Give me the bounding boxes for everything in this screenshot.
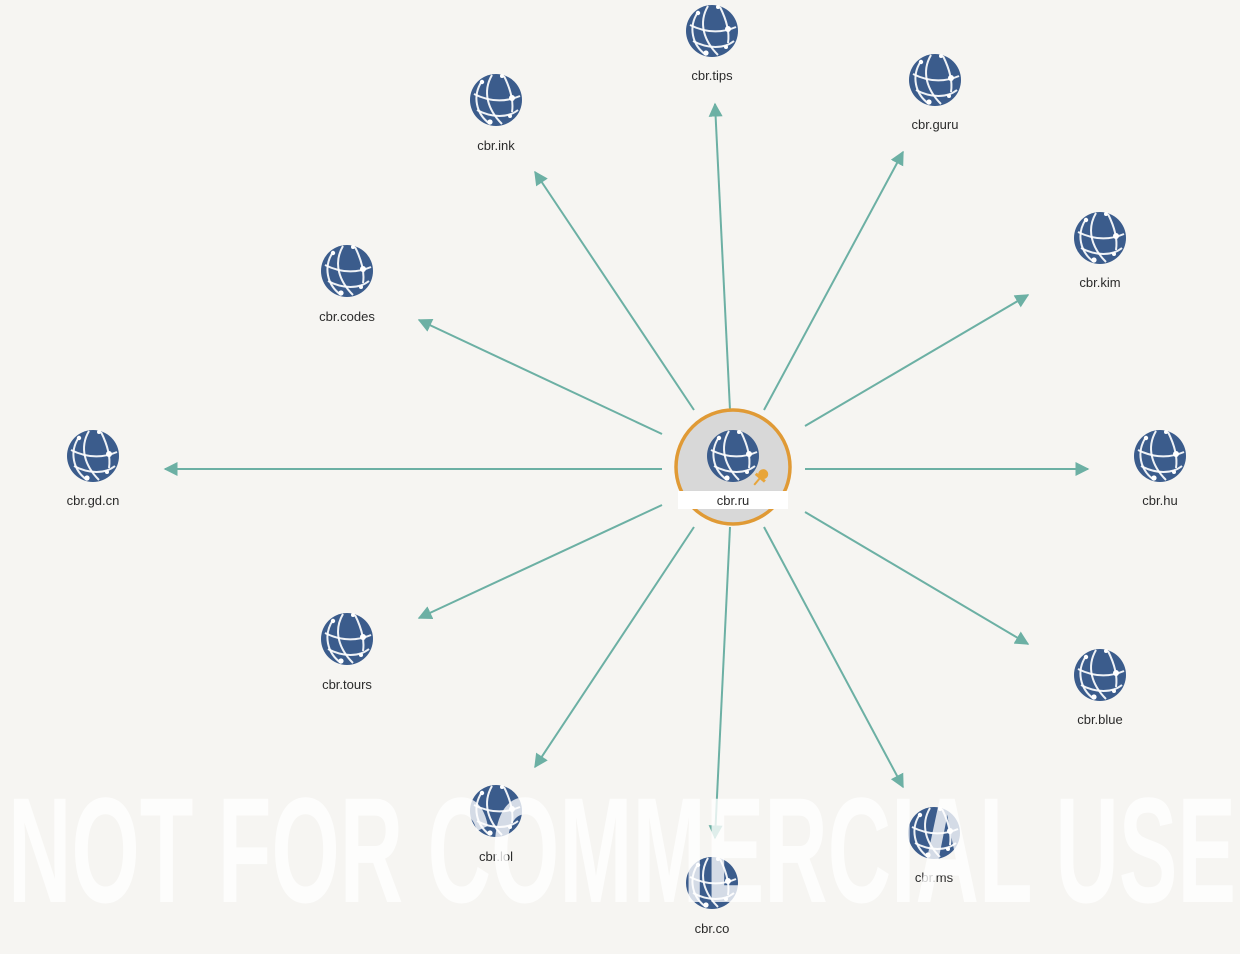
- edge-to-cbr-kim: [804, 294, 1030, 427]
- node-cbr-guru[interactable]: cbr.guru: [908, 53, 962, 132]
- globe-icon: [320, 612, 374, 666]
- edges-layer: [163, 102, 1090, 840]
- globe-icon: [706, 429, 760, 483]
- node-label: cbr.tours: [322, 677, 372, 692]
- node-cbr-tours[interactable]: cbr.tours: [320, 612, 374, 692]
- center-node-cbr-ru[interactable]: cbr.ru: [674, 408, 792, 526]
- node-cbr-blue[interactable]: cbr.blue: [1073, 648, 1127, 727]
- node-label: cbr.guru: [912, 117, 959, 132]
- node-label: cbr.gd.cn: [67, 493, 120, 508]
- globe-icon: [1073, 211, 1127, 265]
- edge-to-cbr-ink: [534, 170, 695, 411]
- node-label: cbr.blue: [1077, 712, 1123, 727]
- node-cbr-tips[interactable]: cbr.tips: [685, 4, 739, 83]
- edge-to-cbr-lol: [534, 526, 695, 769]
- globe-icon: [469, 73, 523, 127]
- edge-to-cbr-tours: [417, 504, 663, 620]
- edge-to-cbr-tips: [708, 102, 731, 411]
- node-label: cbr.tips: [691, 68, 733, 83]
- link-graph: cbr.ru cbr.tips cbr.guru cbr.kim cbr.hu …: [8, 4, 1236, 936]
- globe-icon: [685, 4, 739, 58]
- globe-icon: [66, 429, 120, 483]
- node-label: cbr.codes: [319, 309, 375, 324]
- globe-icon: [908, 53, 962, 107]
- globe-icon: [1073, 648, 1127, 702]
- node-cbr-codes[interactable]: cbr.codes: [319, 244, 375, 324]
- node-cbr-ink[interactable]: cbr.ink: [469, 73, 523, 153]
- graph-canvas[interactable]: cbr.ru cbr.tips cbr.guru cbr.kim cbr.hu …: [0, 0, 1240, 954]
- edge-to-cbr-ms: [763, 526, 904, 789]
- node-cbr-kim[interactable]: cbr.kim: [1073, 211, 1127, 290]
- center-node-label: cbr.ru: [717, 493, 750, 508]
- node-label: cbr.hu: [1142, 493, 1177, 508]
- watermark: NOT FOR COMMERCIAL USE: [8, 766, 1236, 934]
- node-label: cbr.ink: [477, 138, 515, 153]
- globe-icon: [320, 244, 374, 298]
- globe-icon: [1133, 429, 1187, 483]
- node-cbr-gd-cn[interactable]: cbr.gd.cn: [66, 429, 120, 508]
- node-label: cbr.kim: [1079, 275, 1120, 290]
- edge-to-cbr-guru: [763, 150, 904, 411]
- edge-to-cbr-codes: [417, 319, 663, 435]
- edge-to-cbr-blue: [804, 511, 1030, 645]
- node-cbr-hu[interactable]: cbr.hu: [1133, 429, 1187, 508]
